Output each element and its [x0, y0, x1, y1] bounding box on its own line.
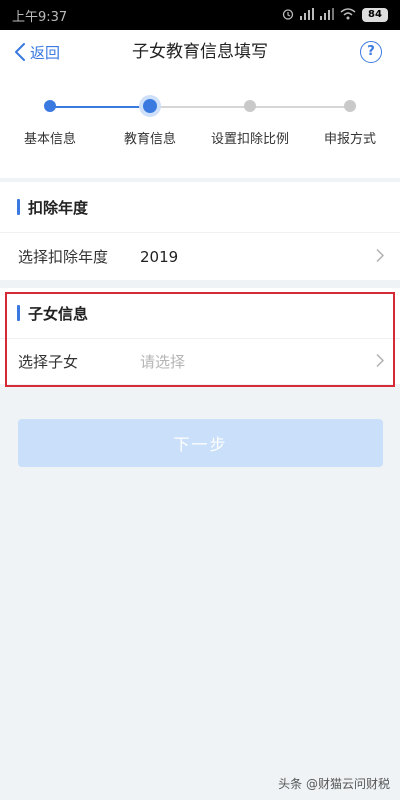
deduction-year-section: 扣除年度 选择扣除年度 2019 — [0, 182, 400, 280]
chevron-right-icon — [376, 352, 385, 371]
step-label: 设置扣除比例 — [210, 132, 289, 147]
back-button-label: 返回 — [30, 43, 61, 62]
help-icon[interactable]: ? — [360, 41, 382, 63]
row-label: 选择子女 — [18, 353, 79, 371]
section-title: 扣除年度 — [28, 198, 89, 217]
wifi-icon — [340, 7, 356, 23]
alarm-icon — [282, 8, 294, 23]
step-dot — [244, 100, 256, 112]
chevron-left-icon — [15, 43, 25, 61]
deduction-year-value: 2019 — [140, 247, 179, 266]
section-accent-bar — [17, 305, 20, 321]
step-label: 教育信息 — [123, 132, 176, 147]
stepper-line-done — [50, 106, 150, 108]
signal-icon — [300, 7, 314, 23]
watermark-text: 头条 @财猫云问财税 — [278, 777, 390, 791]
step-dot — [44, 100, 56, 112]
chevron-right-icon — [376, 247, 385, 266]
step-label: 基本信息 — [23, 132, 76, 147]
step-dot — [344, 100, 356, 112]
row-label: 选择扣除年度 — [18, 248, 109, 266]
nav-bar: 返回 子女教育信息填写 ? — [0, 30, 400, 74]
battery-icon: 84 — [362, 8, 388, 22]
step-dot — [143, 99, 157, 113]
status-bar: 上午9:37 84 — [0, 0, 400, 30]
section-header: 扣除年度 — [0, 182, 400, 232]
step-label: 申报方式 — [323, 132, 376, 147]
section-header: 子女信息 — [0, 288, 400, 338]
section-title: 子女信息 — [28, 304, 89, 323]
progress-stepper: 基本信息 教育信息 设置扣除比例 申报方式 — [0, 74, 400, 178]
select-child-row[interactable]: 选择子女 请选择 — [0, 338, 400, 384]
child-info-section: 子女信息 选择子女 请选择 — [0, 288, 400, 384]
section-accent-bar — [17, 199, 20, 215]
select-child-placeholder: 请选择 — [140, 353, 186, 371]
next-step-button[interactable]: 下一步 — [18, 419, 383, 467]
back-button[interactable]: 返回 — [14, 30, 60, 74]
status-icons: 84 — [282, 7, 388, 23]
select-deduction-year-row[interactable]: 选择扣除年度 2019 — [0, 232, 400, 280]
signal-icon-2 — [320, 7, 334, 23]
status-time: 上午9:37 — [12, 9, 68, 25]
